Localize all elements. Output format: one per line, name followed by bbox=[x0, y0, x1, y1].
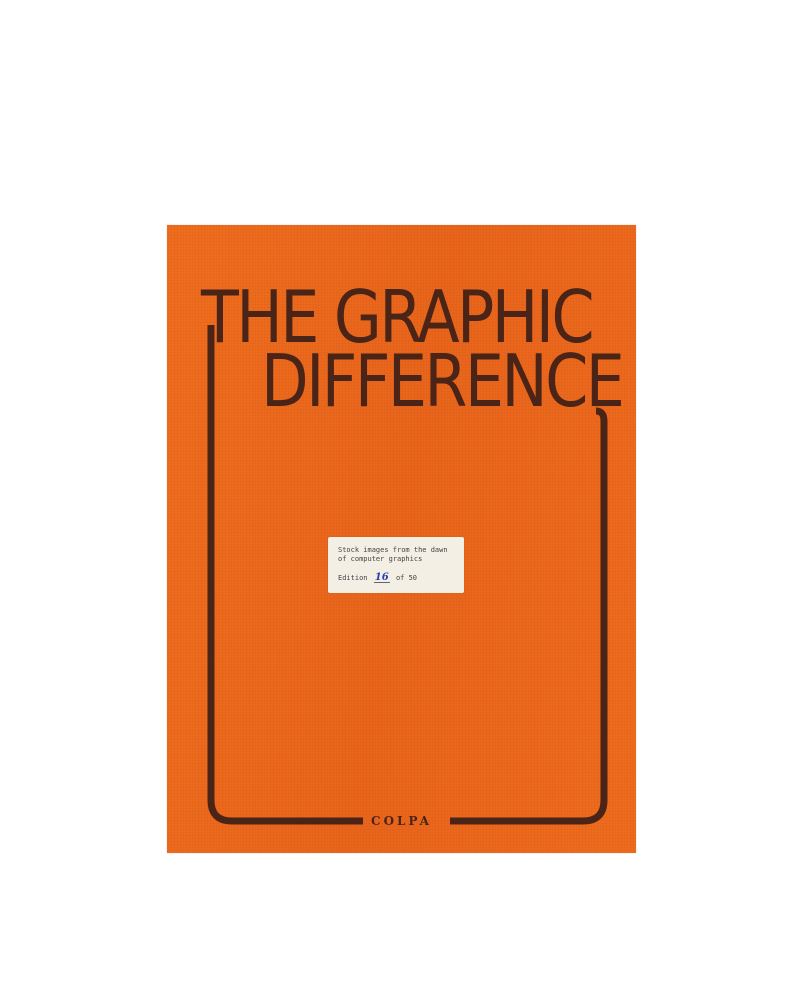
label-description-line-2: of computer graphics bbox=[338, 555, 423, 563]
frame-right-stroke bbox=[450, 407, 608, 825]
page-background: THE GRAPHIC DIFFERENCE Stock images from… bbox=[0, 0, 794, 1000]
cover-title-line-2: DIFFERENCE bbox=[261, 339, 625, 423]
book-cover: THE GRAPHIC DIFFERENCE Stock images from… bbox=[167, 225, 636, 853]
edition-label-sticker: Stock images from the dawn of computer g… bbox=[328, 537, 464, 593]
edition-prefix: Edition bbox=[338, 574, 368, 582]
publisher-name: COLPA bbox=[371, 814, 432, 828]
label-edition-row: Edition 16 of 50 bbox=[338, 573, 417, 583]
edition-number-handwritten: 16 bbox=[373, 572, 390, 583]
edition-suffix: of 50 bbox=[395, 574, 418, 582]
label-description-line-1: Stock images from the dawn bbox=[338, 546, 448, 554]
